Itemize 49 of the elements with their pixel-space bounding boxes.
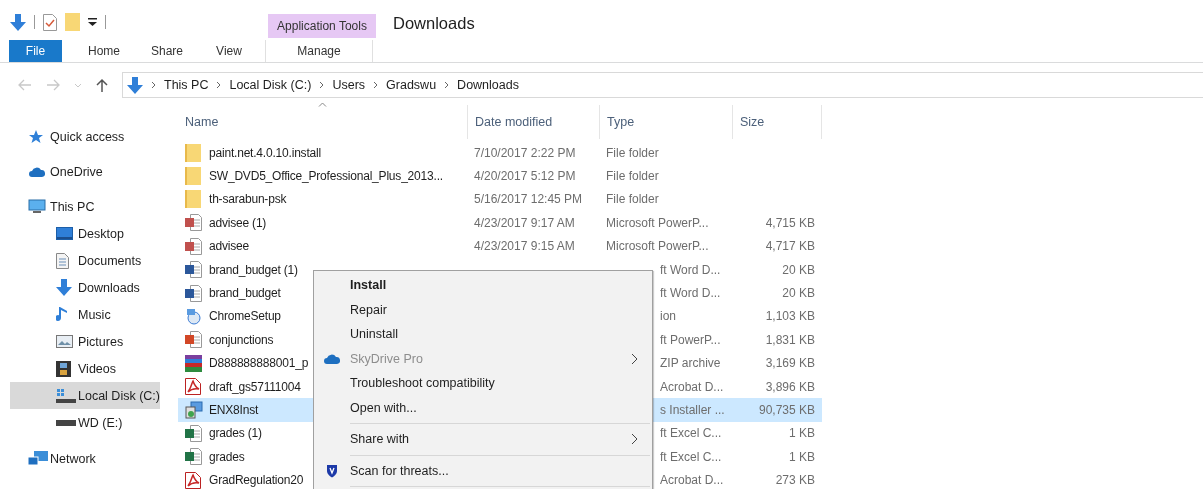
file-type: ft Word D... (660, 286, 721, 301)
file-type: ZIP archive (660, 356, 721, 371)
file-name: draft_gs57111004 (209, 379, 301, 394)
date-modified: 7/10/2017 2:22 PM (474, 145, 576, 160)
file-type: Microsoft PowerP... (606, 239, 709, 254)
file-size: 3,169 KB (765, 356, 815, 371)
date-modified: 4/23/2017 9:15 AM (474, 239, 575, 254)
date-modified: 4/23/2017 9:17 AM (474, 215, 575, 230)
file-type: Microsoft PowerP... (606, 215, 709, 230)
file-type: ft Excel C... (660, 449, 722, 464)
file-type: Acrobat D... (660, 473, 724, 488)
file-type: File folder (606, 169, 659, 184)
file-type: File folder (606, 145, 659, 160)
context-tab-group-label: Application Tools (268, 14, 376, 38)
file-type: ft Word D... (660, 262, 721, 277)
file-name: ENX8Inst (209, 403, 259, 417)
file-name: advisee (209, 239, 249, 254)
file-name: conjunctions (209, 332, 274, 347)
file-size: 4,715 KB (765, 215, 815, 230)
file-size: 3,896 KB (765, 379, 815, 394)
file-size: 1,831 KB (765, 332, 815, 347)
file-name: paint.net.4.0.10.install (209, 145, 321, 160)
file-size: 20 KB (782, 286, 815, 301)
file-name: brand_budget (209, 286, 281, 301)
date-modified: 4/20/2017 5:12 PM (474, 169, 576, 184)
file-size: 20 KB (782, 262, 815, 277)
file-size: 1 KB (789, 426, 815, 441)
file-name: advisee (1) (209, 215, 267, 230)
file-name: th-sarabun-psk (209, 192, 287, 207)
file-name: grades (1) (209, 426, 262, 441)
file-name: ChromeSetup (209, 309, 281, 324)
file-name: D888888888001_p (209, 356, 309, 371)
file-name: GradRegulation20 (209, 473, 304, 488)
file-size: 4,717 KB (765, 239, 815, 254)
file-type: ft Excel C... (660, 426, 722, 441)
file-name: grades (209, 449, 245, 464)
date-modified: 5/16/2017 12:45 PM (474, 192, 583, 207)
file-name: brand_budget (1) (209, 262, 298, 277)
file-type: ion (660, 309, 676, 324)
file-type: Acrobat D... (660, 379, 724, 394)
file-size: 1 KB (789, 449, 815, 464)
file-type: s Installer ... (660, 403, 725, 417)
file-size: 90,735 KB (758, 403, 815, 417)
file-size: 1,103 KB (765, 309, 815, 324)
file-type: File folder (606, 192, 659, 207)
file-type: ft PowerP... (660, 332, 721, 347)
file-size: 273 KB (775, 473, 815, 488)
file-name: SW_DVD5_Office_Professional_Plus_2013... (209, 169, 443, 184)
window-title: Downloads (393, 13, 475, 33)
